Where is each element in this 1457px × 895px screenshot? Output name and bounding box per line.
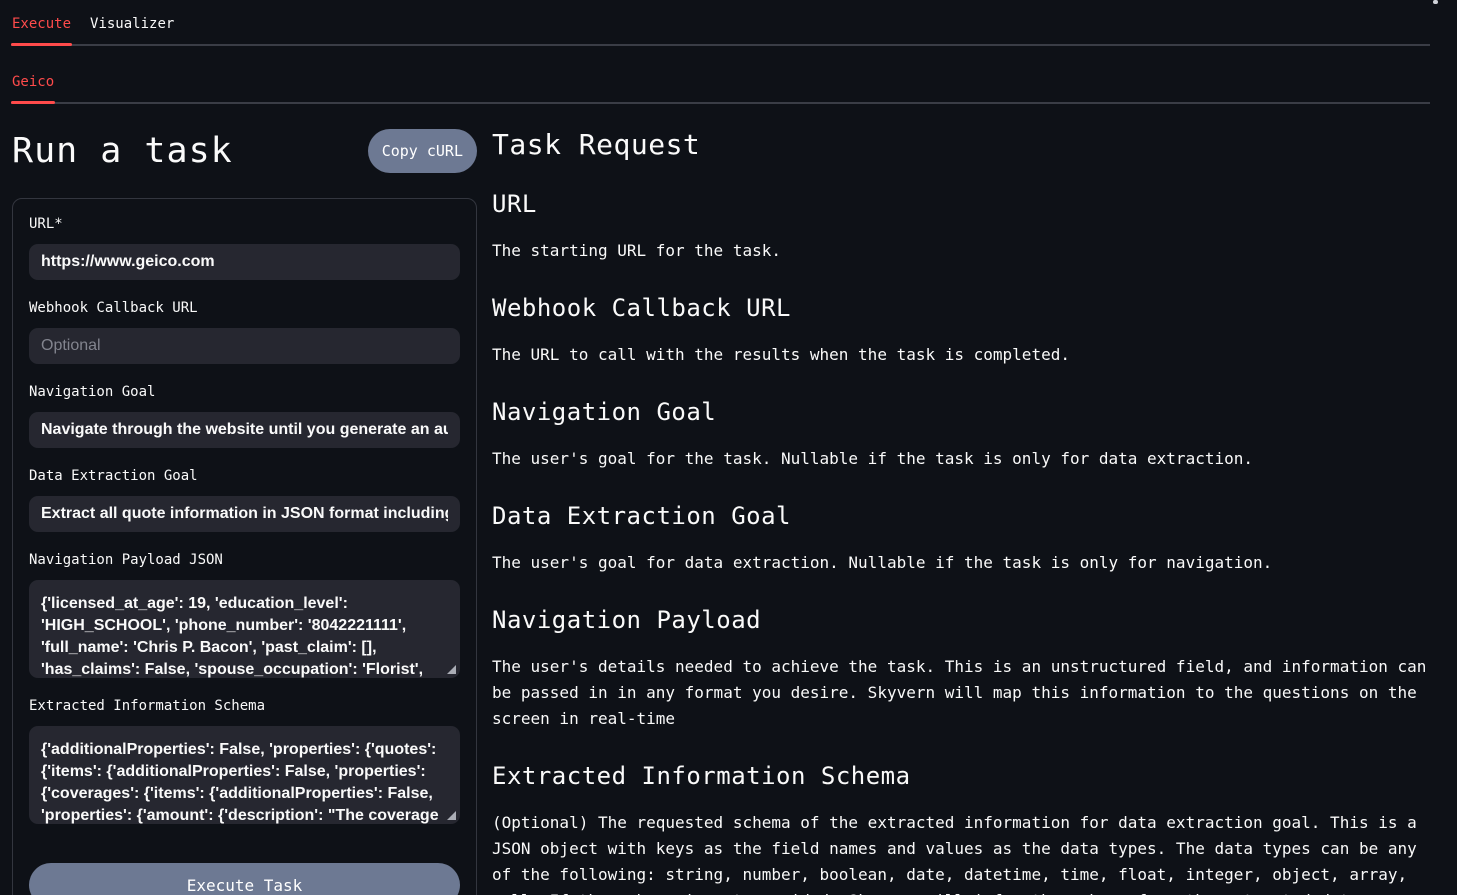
extracted-schema-textarea[interactable]: {'additionalProperties': False, 'propert… <box>29 726 460 824</box>
copy-curl-button[interactable]: Copy cURL <box>368 129 477 173</box>
doc-heading-navigation-payload: Navigation Payload <box>492 606 1430 634</box>
field-extracted-schema: Extracted Information Schema {'additiona… <box>29 699 460 824</box>
webhook-input[interactable] <box>29 328 460 364</box>
doc-body-data-extraction-goal: The user's goal for data extraction. Nul… <box>492 550 1430 576</box>
active-subtab-underline <box>11 101 55 104</box>
execute-task-button[interactable]: Execute Task <box>29 863 460 895</box>
doc-heading-data-extraction-goal: Data Extraction Goal <box>492 502 1430 530</box>
app-root: Execute Visualizer Geico Run a task Copy… <box>0 0 1457 895</box>
field-url: URL* <box>29 217 460 280</box>
webhook-label: Webhook Callback URL <box>29 301 460 316</box>
tab-execute-label: Execute <box>12 16 71 32</box>
field-webhook: Webhook Callback URL <box>29 301 460 364</box>
doc-body-url: The starting URL for the task. <box>492 238 1430 264</box>
doc-body-navigation-goal: The user's goal for the task. Nullable i… <box>492 446 1430 472</box>
main-content: Run a task Copy cURL URL* Webhook Callba… <box>0 122 1457 895</box>
navigation-payload-wrap: {'licensed_at_age': 19, 'education_level… <box>29 580 460 678</box>
docs-title: Task Request <box>492 130 1430 160</box>
scrollbar-thumb[interactable] <box>1433 0 1438 4</box>
field-navigation-goal: Navigation Goal <box>29 385 460 448</box>
doc-section-navigation-payload: Navigation Payload The user's details ne… <box>492 606 1430 732</box>
tab-geico-label: Geico <box>12 74 54 90</box>
active-tab-underline <box>11 43 72 46</box>
main-tabbar: Execute Visualizer <box>0 0 1457 46</box>
doc-section-data-extraction-goal: Data Extraction Goal The user's goal for… <box>492 502 1430 576</box>
main-tab-row: Execute Visualizer <box>11 9 1430 46</box>
navigation-payload-textarea[interactable]: {'licensed_at_age': 19, 'education_level… <box>29 580 460 678</box>
url-label: URL* <box>29 217 460 232</box>
task-form-card: URL* Webhook Callback URL Navigation Goa… <box>12 198 477 895</box>
task-tabbar: Geico <box>0 67 1457 104</box>
docs-panel: Task Request URL The starting URL for th… <box>492 122 1430 895</box>
doc-section-webhook: Webhook Callback URL The URL to call wit… <box>492 294 1430 368</box>
task-tab-row: Geico <box>11 67 1430 104</box>
navigation-goal-input[interactable] <box>29 412 460 448</box>
url-input[interactable] <box>29 244 460 280</box>
doc-section-url: URL The starting URL for the task. <box>492 190 1430 264</box>
doc-body-navigation-payload: The user's details needed to achieve the… <box>492 654 1430 732</box>
doc-body-webhook: The URL to call with the results when th… <box>492 342 1430 368</box>
form-header: Run a task Copy cURL <box>12 122 477 179</box>
data-extraction-goal-input[interactable] <box>29 496 460 532</box>
doc-heading-navigation-goal: Navigation Goal <box>492 398 1430 426</box>
data-extraction-goal-label: Data Extraction Goal <box>29 469 460 484</box>
doc-section-navigation-goal: Navigation Goal The user's goal for the … <box>492 398 1430 472</box>
navigation-goal-label: Navigation Goal <box>29 385 460 400</box>
navigation-payload-label: Navigation Payload JSON <box>29 553 460 568</box>
page-title: Run a task <box>12 131 233 171</box>
tab-visualizer-label: Visualizer <box>90 16 174 32</box>
field-navigation-payload: Navigation Payload JSON {'licensed_at_ag… <box>29 553 460 678</box>
tab-execute[interactable]: Execute <box>11 9 72 44</box>
extracted-schema-wrap: {'additionalProperties': False, 'propert… <box>29 726 460 824</box>
doc-heading-url: URL <box>492 190 1430 218</box>
doc-heading-extracted-schema: Extracted Information Schema <box>492 762 1430 790</box>
task-form-panel: Run a task Copy cURL URL* Webhook Callba… <box>12 122 477 895</box>
tab-visualizer[interactable]: Visualizer <box>89 9 175 44</box>
doc-body-extracted-schema: (Optional) The requested schema of the e… <box>492 810 1430 895</box>
extracted-schema-label: Extracted Information Schema <box>29 699 460 714</box>
tab-geico[interactable]: Geico <box>11 67 55 102</box>
field-data-extraction-goal: Data Extraction Goal <box>29 469 460 532</box>
doc-heading-webhook: Webhook Callback URL <box>492 294 1430 322</box>
doc-section-extracted-schema: Extracted Information Schema (Optional) … <box>492 762 1430 895</box>
